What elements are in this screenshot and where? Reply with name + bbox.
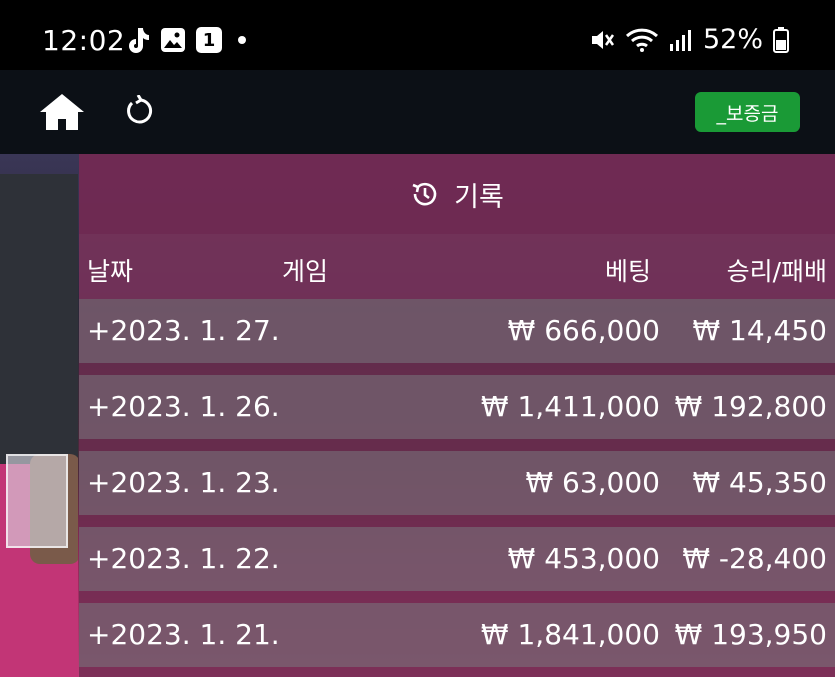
gallery-icon (161, 28, 185, 52)
table-row[interactable]: +2023. 1. 23. ₩ 63,000 ₩ 45,350 (79, 451, 835, 515)
refresh-icon[interactable] (123, 95, 155, 127)
battery-icon (773, 26, 789, 53)
mute-icon (591, 30, 615, 49)
card-shoe (6, 454, 68, 548)
status-notification-icons: 1 (124, 26, 246, 54)
column-win-loss: 승리/패배 (726, 257, 827, 286)
status-system-icons: 52% (589, 24, 789, 55)
top-app-bar: _보증금 (0, 70, 835, 154)
dealer-video (0, 154, 78, 677)
row-win-loss: ₩ 192,800 (674, 390, 827, 423)
signal-icon (669, 29, 691, 51)
row-win-loss: ₩ 45,350 (692, 466, 827, 499)
table-row[interactable]: +2023. 1. 22. ₩ 453,000 ₩ -28,400 (79, 527, 835, 591)
row-win-loss: ₩ 193,950 (674, 618, 827, 651)
history-rows: +2023. 1. 27. ₩ 666,000 ₩ 14,450 +2023. … (79, 299, 835, 667)
row-bet: ₩ 63,000 (525, 466, 660, 499)
status-bar: 12:02 1 52% (0, 0, 835, 70)
table-row[interactable]: +2023. 1. 26. ₩ 1,411,000 ₩ 192,800 (79, 375, 835, 439)
battery-percent: 52% (702, 24, 763, 55)
home-icon[interactable] (38, 92, 86, 132)
column-date: 날짜 (87, 257, 134, 286)
column-game: 게임 (282, 257, 329, 286)
badge-one-icon: 1 (196, 27, 222, 53)
row-date: +2023. 1. 22. (87, 542, 280, 575)
table-row[interactable]: +2023. 1. 21. ₩ 1,841,000 ₩ 193,950 (79, 603, 835, 667)
row-win-loss: ₩ 14,450 (692, 314, 827, 347)
row-date: +2023. 1. 23. (87, 466, 280, 499)
dot-icon (238, 36, 246, 44)
row-bet: ₩ 453,000 (507, 542, 660, 575)
status-time: 12:02 (42, 24, 126, 57)
panel-header: 기록 (79, 154, 835, 234)
row-date: +2023. 1. 26. (87, 390, 280, 423)
row-win-loss: ₩ -28,400 (682, 542, 827, 575)
history-panel: 기록 날짜 게임 베팅 승리/패배 +2023. 1. 27. ₩ 666,00… (79, 154, 835, 677)
history-icon (412, 182, 437, 206)
wifi-icon (625, 28, 659, 52)
row-bet: ₩ 1,841,000 (480, 618, 660, 651)
column-bet: 베팅 (604, 257, 651, 286)
row-date: +2023. 1. 21. (87, 618, 280, 651)
row-bet: ₩ 666,000 (507, 314, 660, 347)
table-row[interactable]: +2023. 1. 27. ₩ 666,000 ₩ 14,450 (79, 299, 835, 363)
tiktok-icon (129, 28, 149, 53)
panel-title: 기록 (454, 181, 504, 213)
table-header: 날짜 게임 베팅 승리/패배 (79, 234, 835, 299)
row-bet: ₩ 1,411,000 (480, 390, 660, 423)
deposit-button[interactable]: _보증금 (695, 92, 800, 132)
row-date: +2023. 1. 27. (87, 314, 280, 347)
